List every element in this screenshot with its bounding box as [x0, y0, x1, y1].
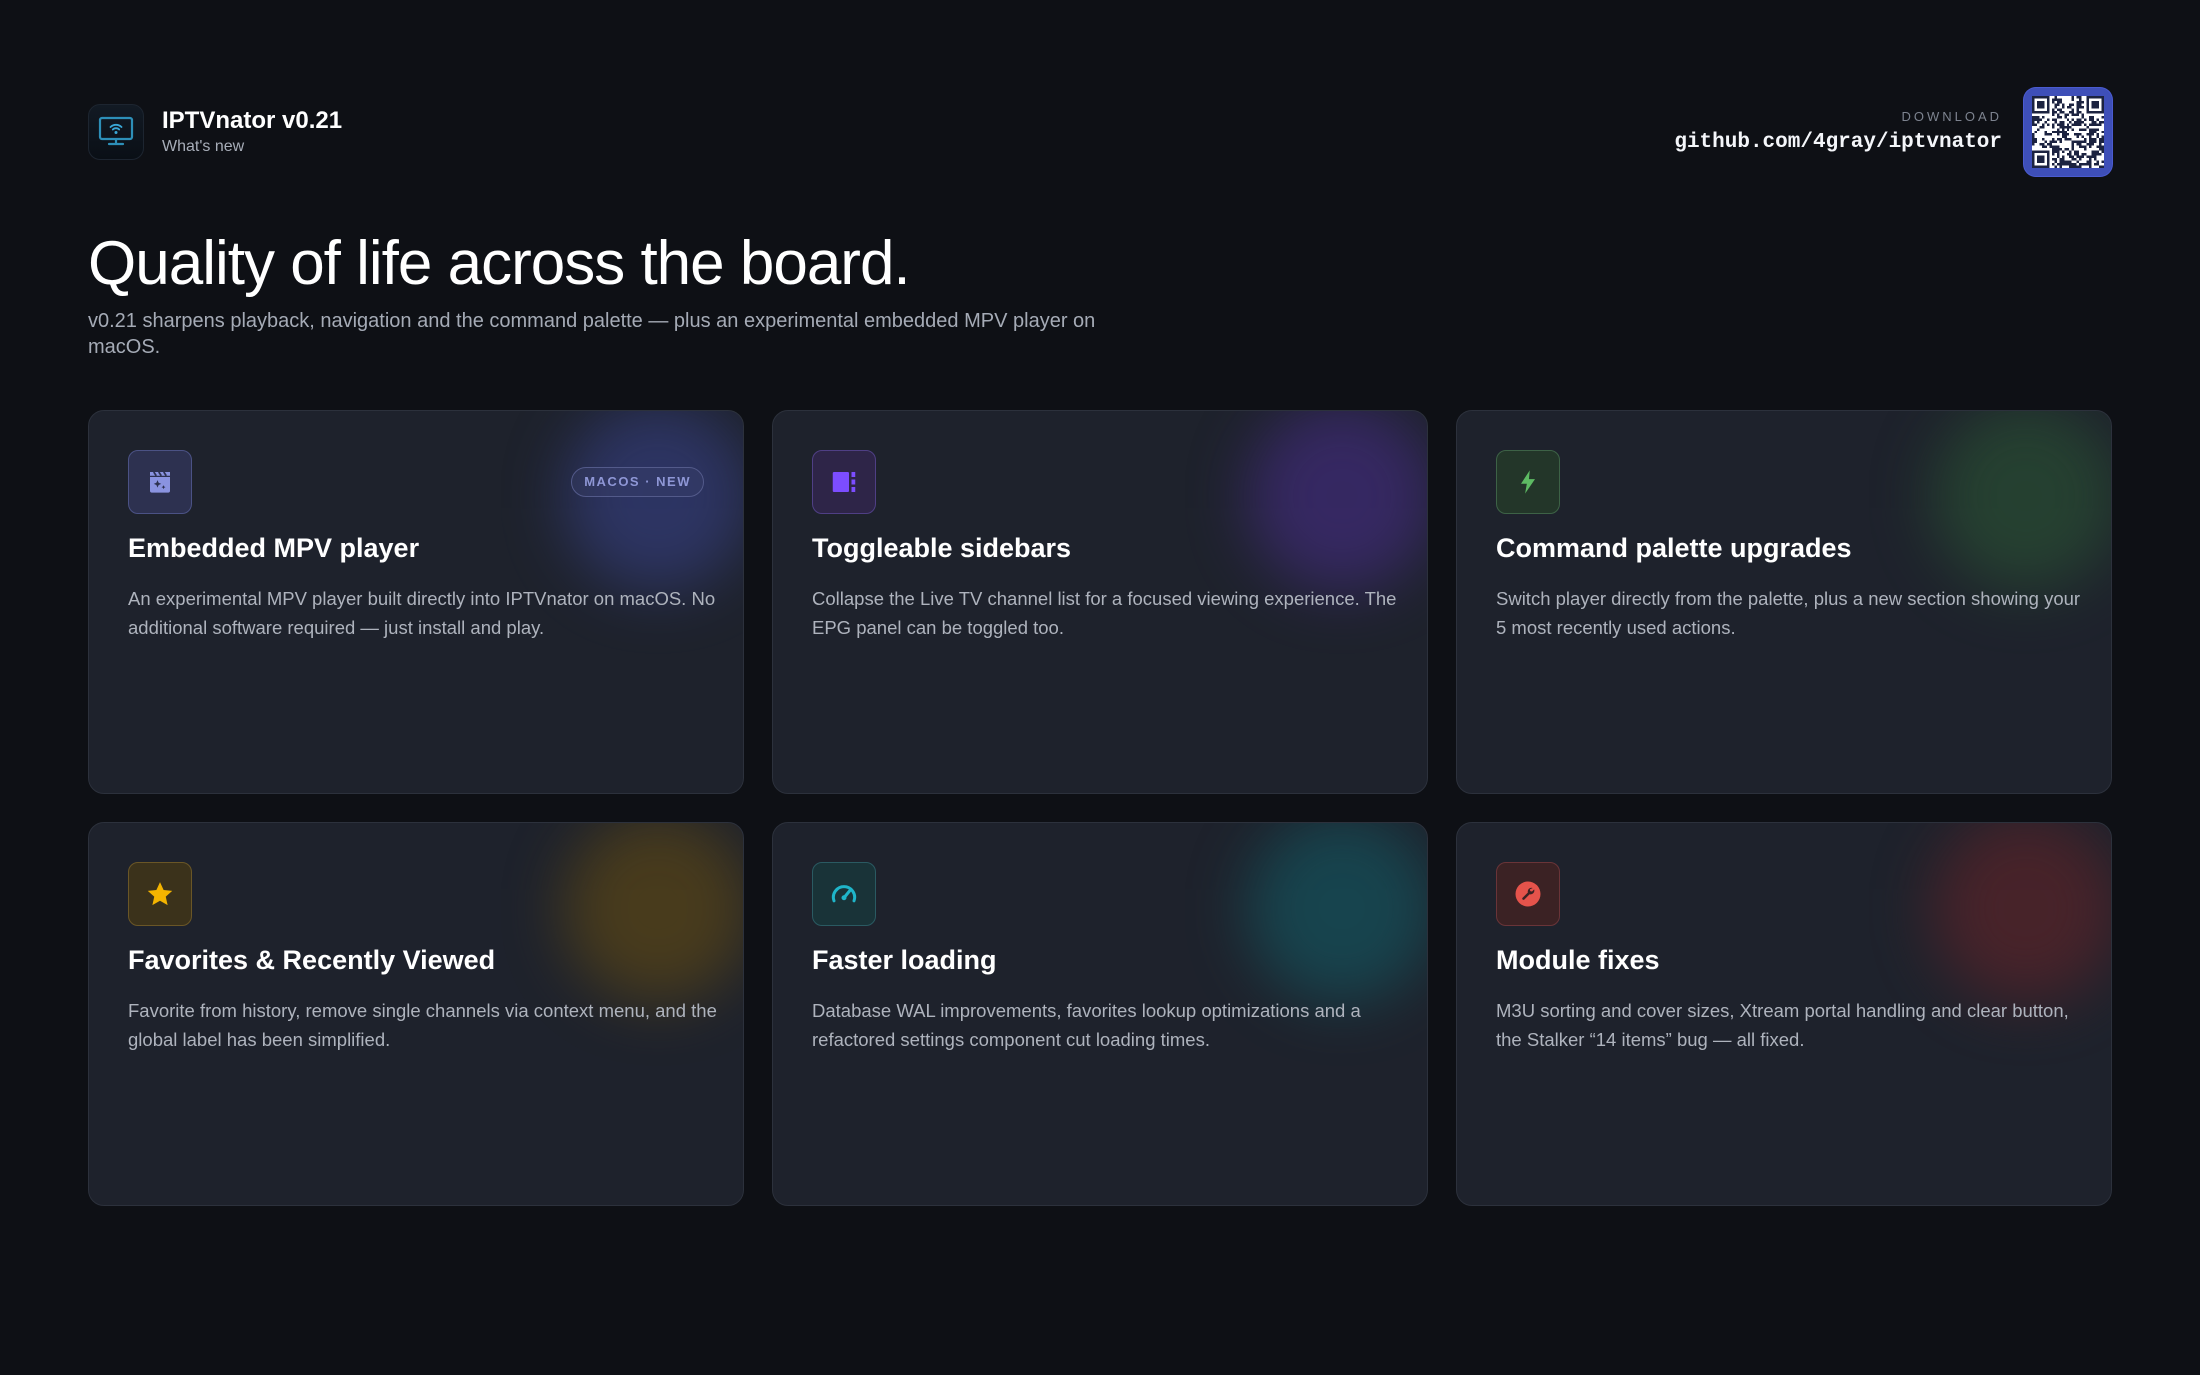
app-subtitle: What's new [162, 138, 245, 155]
clapperboard-sparkle-icon [128, 450, 192, 514]
card-title: Favorites & Recently Viewed [128, 945, 496, 975]
feature-card-favorites: Favorites & Recently Viewed Favorite fro… [88, 822, 744, 1206]
feature-card-command-palette: Command palette upgrades Switch player d… [1456, 410, 2112, 794]
hero-title: Quality of life across the board. [88, 229, 911, 298]
macos-new-badge: MACOS · NEW [571, 467, 704, 497]
download-section: DOWNLOAD github.com/4gray/iptvnator [1674, 88, 2112, 176]
card-title: Faster loading [812, 945, 997, 975]
sidebar-toggle-icon [812, 450, 876, 514]
star-icon [128, 862, 192, 926]
feature-card-toggleable-sidebars: Toggleable sidebars Collapse the Live TV… [772, 410, 1428, 794]
hero-subtitle: v0.21 sharpens playback, navigation and … [88, 310, 1096, 358]
card-title: Command palette upgrades [1496, 533, 1852, 563]
download-label: DOWNLOAD [1901, 109, 2002, 124]
card-description: Favorite from history, remove single cha… [128, 1000, 717, 1050]
feature-card-faster-loading: Faster loading Database WAL improvements… [772, 822, 1428, 1206]
card-title: Toggleable sidebars [812, 533, 1072, 563]
card-title: Module fixes [1496, 945, 1660, 975]
card-glow [563, 823, 743, 1003]
card-glow [1931, 411, 2111, 591]
release-notes-page: IPTVnator v0.21 What's new DOWNLOAD gith… [0, 0, 2200, 1375]
card-title: Embedded MPV player [128, 533, 420, 563]
app-title: IPTVnator v0.21 [162, 107, 343, 134]
card-description: M3U sorting and cover sizes, Xtream port… [1496, 1000, 2069, 1050]
speedometer-icon [812, 862, 876, 926]
card-description: Switch player directly from the palette,… [1496, 588, 2081, 638]
feature-card-embedded-mpv: MACOS · NEW Embedded MPV player An exper… [88, 410, 744, 794]
feature-card-module-fixes: Module fixes M3U sorting and cover sizes… [1456, 822, 2112, 1206]
qr-code-icon [2024, 88, 2112, 176]
card-glow [1931, 823, 2111, 1003]
brand: IPTVnator v0.21 What's new [88, 104, 342, 160]
download-url-link[interactable]: github.com/4gray/iptvnator [1674, 131, 2002, 155]
header: IPTVnator v0.21 What's new DOWNLOAD gith… [88, 88, 2112, 178]
wrench-icon [1496, 862, 1560, 926]
card-description: An experimental MPV player built directl… [128, 588, 716, 638]
lightning-bolt-icon [1496, 450, 1560, 514]
card-glow [563, 411, 743, 591]
card-glow [1247, 411, 1427, 591]
card-glow [1247, 823, 1427, 1003]
card-description: Database WAL improvements, favorites loo… [812, 1000, 1361, 1050]
card-description: Collapse the Live TV channel list for a … [812, 588, 1397, 638]
tv-icon [88, 104, 144, 160]
